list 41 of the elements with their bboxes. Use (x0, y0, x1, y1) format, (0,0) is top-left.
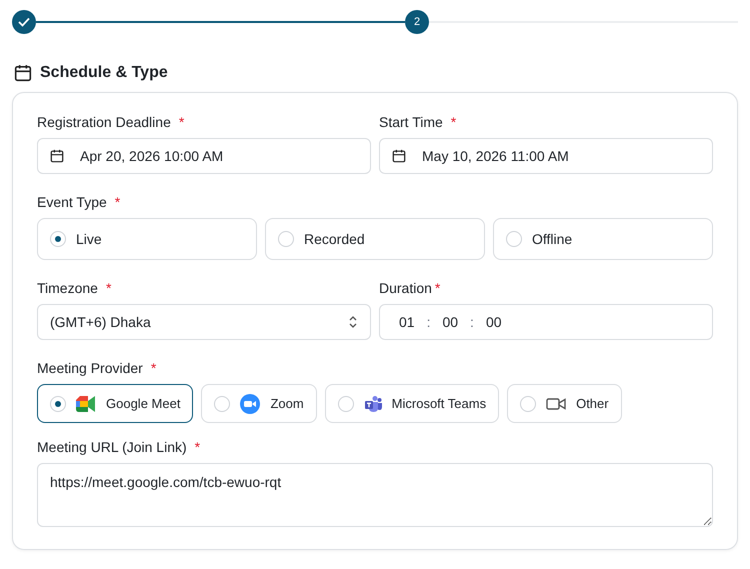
section-title: Schedule & Type (40, 64, 168, 82)
calendar-icon (392, 149, 406, 163)
field-label: Start Time (379, 114, 443, 130)
required-mark: * (178, 114, 184, 130)
event-type-option[interactable]: Recorded (265, 218, 485, 260)
radio (338, 396, 354, 412)
required-mark: * (194, 439, 200, 455)
duration-field[interactable]: 01 : 00 : 00 (379, 304, 713, 340)
event-type-option[interactable]: Offline (493, 218, 713, 260)
date-field[interactable]: May 10, 2026 11:00 AM (379, 138, 713, 174)
radio (50, 396, 66, 412)
video-camera-icon (240, 394, 260, 414)
field-label: Duration (379, 280, 432, 296)
provider-option[interactable]: Zoom (201, 384, 317, 423)
chevron-updown-icon (348, 315, 358, 329)
field-label: Registration Deadline (37, 114, 171, 130)
provider-option[interactable]: Google Meet (37, 384, 194, 423)
field-label: Event Type (37, 194, 107, 210)
provider-option[interactable]: Other (507, 384, 622, 423)
radio (520, 396, 536, 412)
calendar-icon (50, 149, 64, 163)
url-field[interactable]: https://meet.google.com/tcb-ewuo-rqt (37, 463, 713, 527)
step-number: 2 (414, 16, 420, 28)
required-mark: * (114, 194, 120, 210)
provider-option[interactable]: Microsoft Teams (324, 384, 500, 423)
people-icon (364, 394, 382, 412)
required-mark: * (450, 114, 456, 130)
required-mark: * (106, 280, 112, 296)
radio (214, 396, 230, 412)
event-type-option[interactable]: Live (37, 218, 257, 260)
required-mark: * (434, 280, 440, 296)
check-icon (18, 17, 30, 27)
field-label: Meeting URL (Join Link) (37, 439, 187, 455)
field-label: Meeting Provider (37, 360, 143, 376)
field-label: Timezone (37, 280, 98, 296)
calendar-icon (14, 64, 32, 82)
required-mark: * (150, 360, 156, 376)
date-field[interactable]: Apr 20, 2026 10:00 AM (37, 138, 371, 174)
timezone-select[interactable]: (GMT+6) Dhaka (37, 304, 371, 340)
video-camera-icon (76, 396, 96, 412)
video-camera-icon (546, 396, 566, 410)
